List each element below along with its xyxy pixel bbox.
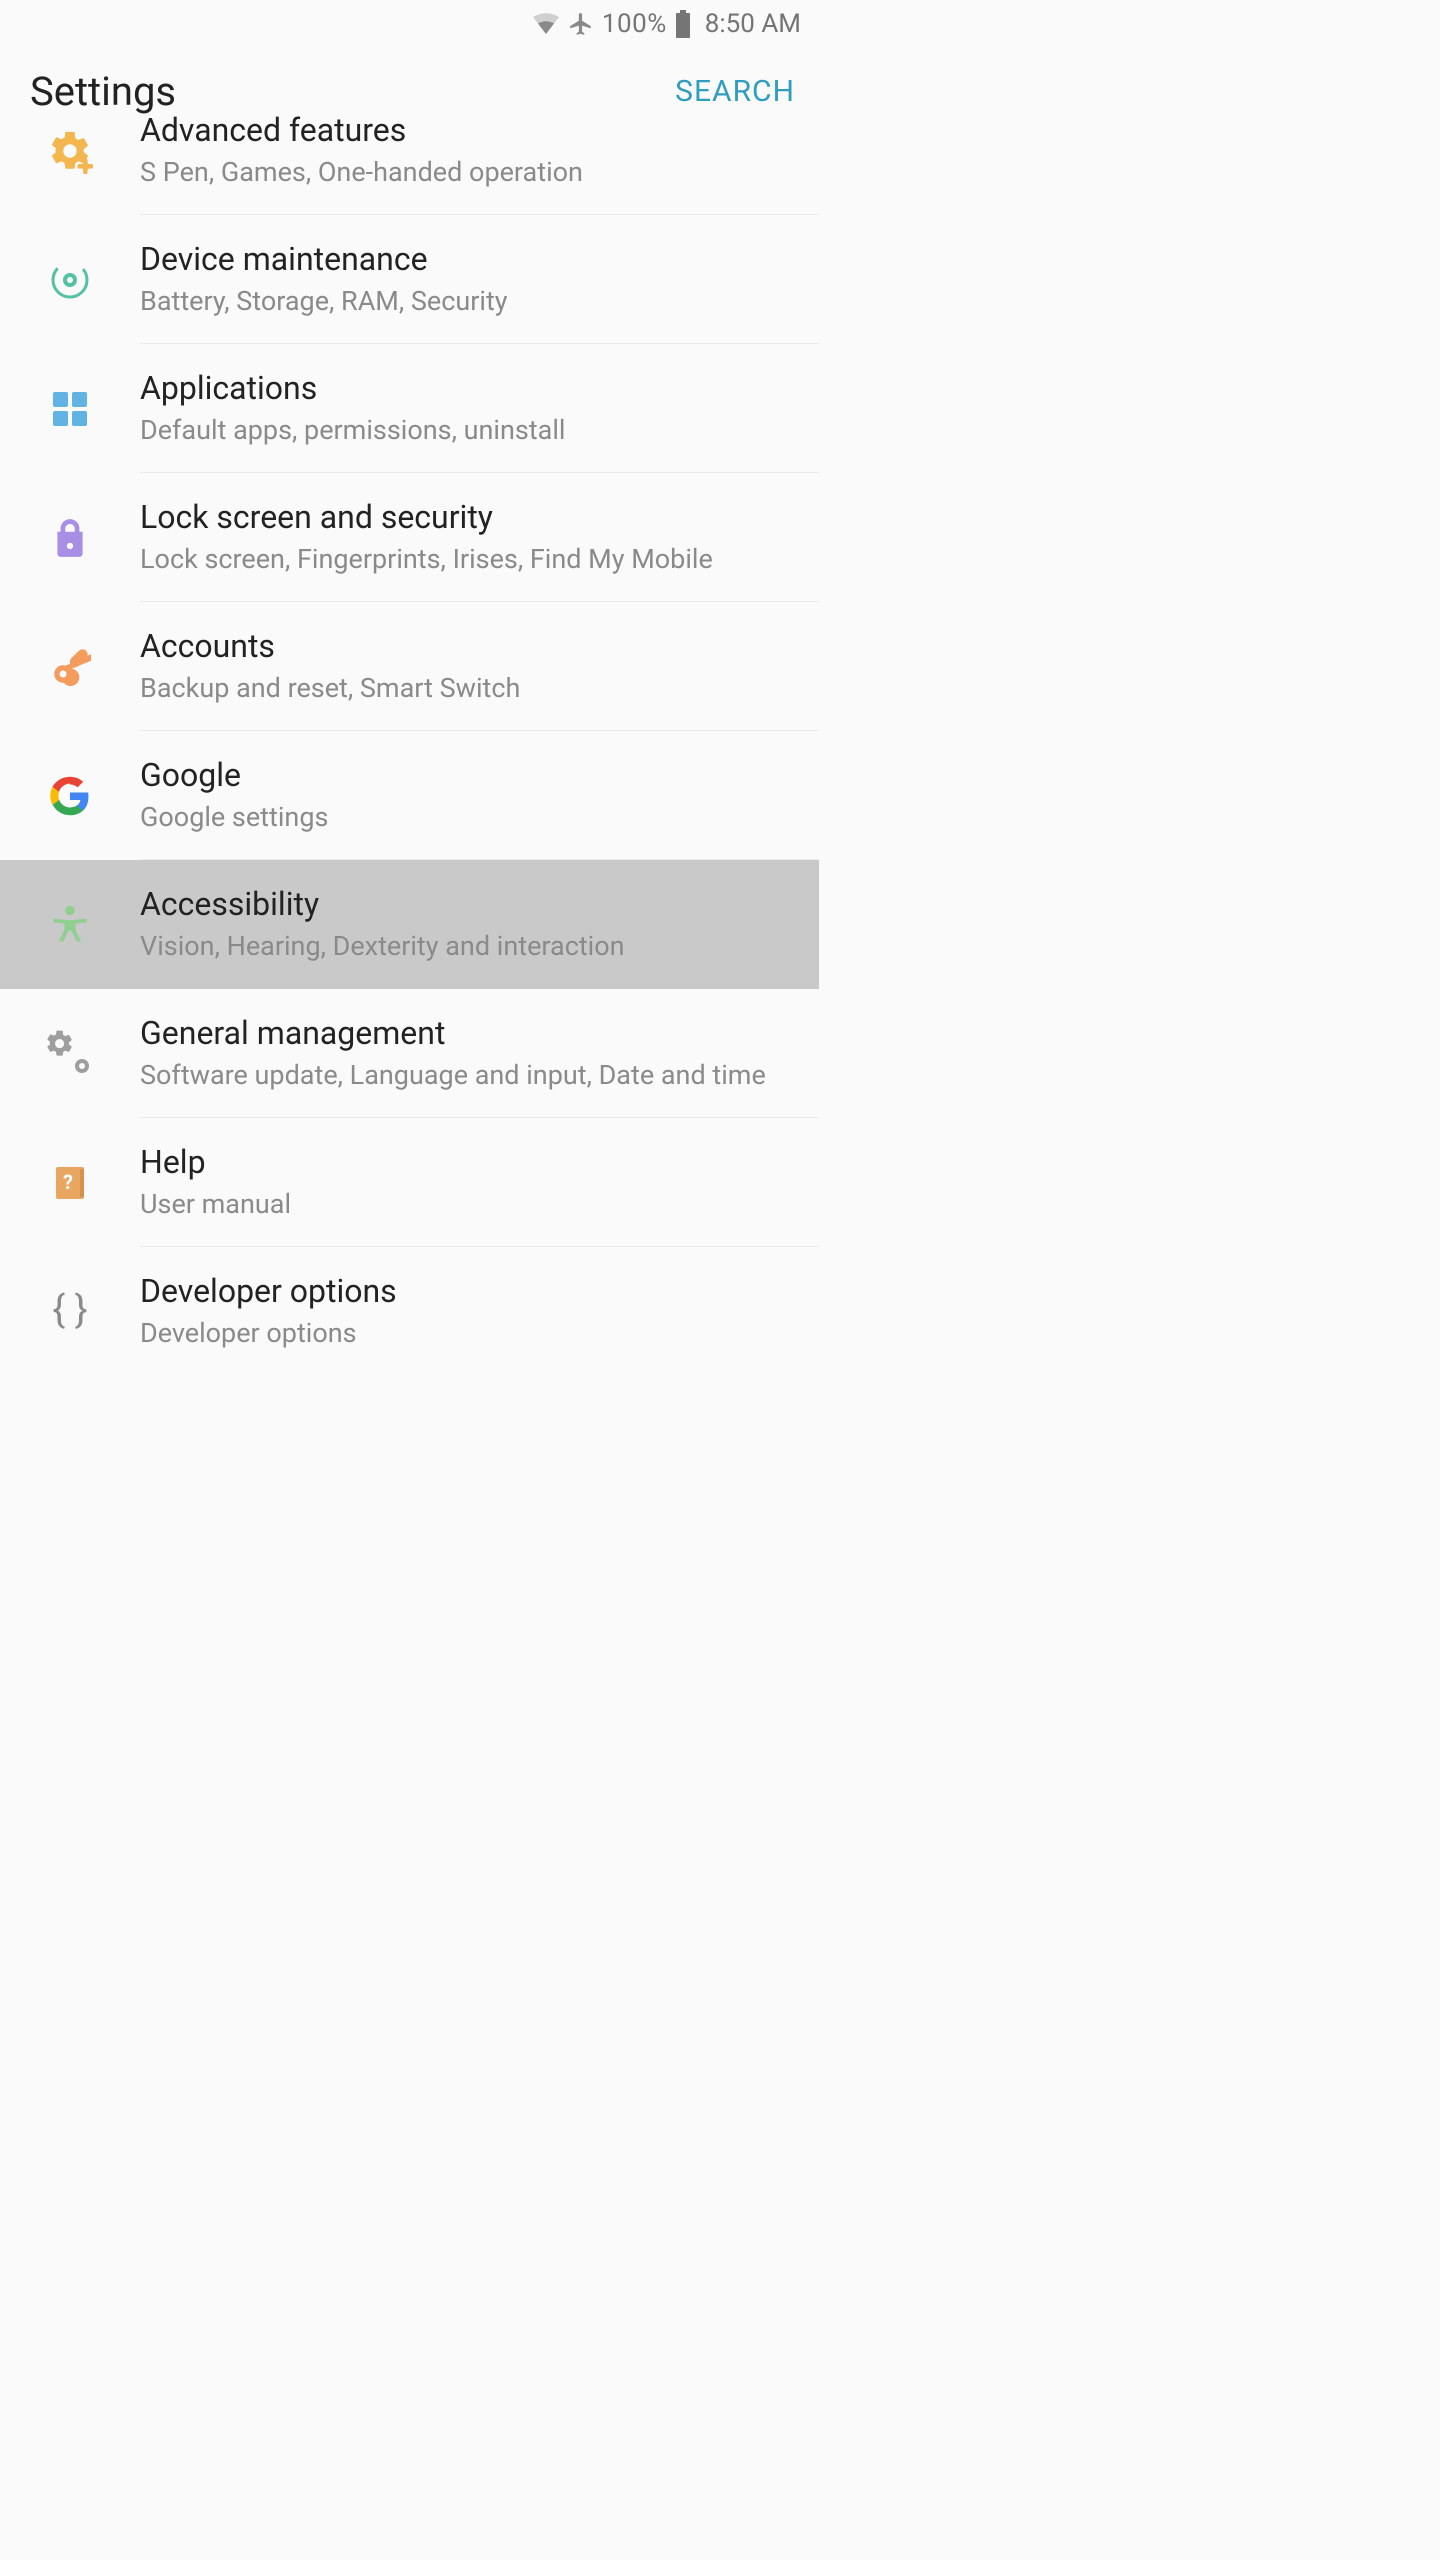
item-title: Developer options [140, 1271, 791, 1313]
wifi-icon [532, 13, 560, 35]
settings-item-applications[interactable]: Applications Default apps, permissions, … [0, 344, 819, 473]
item-title: Applications [140, 368, 791, 410]
battery-icon [675, 10, 691, 38]
google-icon [49, 775, 91, 817]
settings-item-lock-screen-security[interactable]: Lock screen and security Lock screen, Fi… [0, 473, 819, 602]
item-title: Advanced features [140, 110, 791, 152]
settings-item-help[interactable]: ? Help User manual [0, 1118, 819, 1247]
item-title: Google [140, 755, 791, 797]
item-subtitle: Vision, Hearing, Dexterity and interacti… [140, 928, 791, 964]
item-title: Device maintenance [140, 239, 791, 281]
settings-item-general-management[interactable]: General management Software update, Lang… [0, 989, 819, 1118]
item-subtitle: Software update, Language and input, Dat… [140, 1057, 791, 1093]
help-book-icon: ? [50, 1163, 90, 1203]
accessibility-person-icon [48, 903, 92, 947]
lock-icon [51, 516, 89, 560]
svg-text:?: ? [63, 1170, 73, 1194]
status-bar: 100% 8:50 AM [0, 0, 819, 48]
settings-item-google[interactable]: Google Google settings [0, 731, 819, 860]
item-title: Help [140, 1142, 791, 1184]
item-subtitle: S Pen, Games, One-handed operation [140, 154, 791, 190]
clock-time: 8:50 AM [705, 9, 801, 39]
optimize-icon [48, 258, 92, 302]
key-icon [49, 646, 91, 688]
item-title: General management [140, 1013, 791, 1055]
settings-item-accessibility[interactable]: Accessibility Vision, Hearing, Dexterity… [0, 860, 819, 989]
item-title: Accessibility [140, 884, 791, 926]
braces-icon: { } [49, 1290, 91, 1332]
settings-list: Advanced features S Pen, Games, One-hand… [0, 86, 819, 1375]
battery-percentage: 100% [602, 9, 667, 39]
apps-grid-icon [51, 390, 89, 428]
settings-item-device-maintenance[interactable]: Device maintenance Battery, Storage, RAM… [0, 215, 819, 344]
item-subtitle: User manual [140, 1186, 791, 1222]
item-subtitle: Battery, Storage, RAM, Security [140, 283, 791, 319]
settings-item-accounts[interactable]: Accounts Backup and reset, Smart Switch [0, 602, 819, 731]
gears-icon [46, 1030, 94, 1078]
item-title: Accounts [140, 626, 791, 668]
item-title: Lock screen and security [140, 497, 791, 539]
settings-item-developer-options[interactable]: { } Developer options Developer options [0, 1247, 819, 1375]
item-subtitle: Backup and reset, Smart Switch [140, 670, 791, 706]
airplane-mode-icon [568, 11, 594, 37]
item-subtitle: Developer options [140, 1315, 791, 1351]
item-subtitle: Google settings [140, 799, 791, 835]
svg-text:{ }: { } [52, 1290, 87, 1332]
item-subtitle: Default apps, permissions, uninstall [140, 412, 791, 448]
item-subtitle: Lock screen, Fingerprints, Irises, Find … [140, 541, 791, 577]
gear-plus-icon [47, 128, 93, 174]
